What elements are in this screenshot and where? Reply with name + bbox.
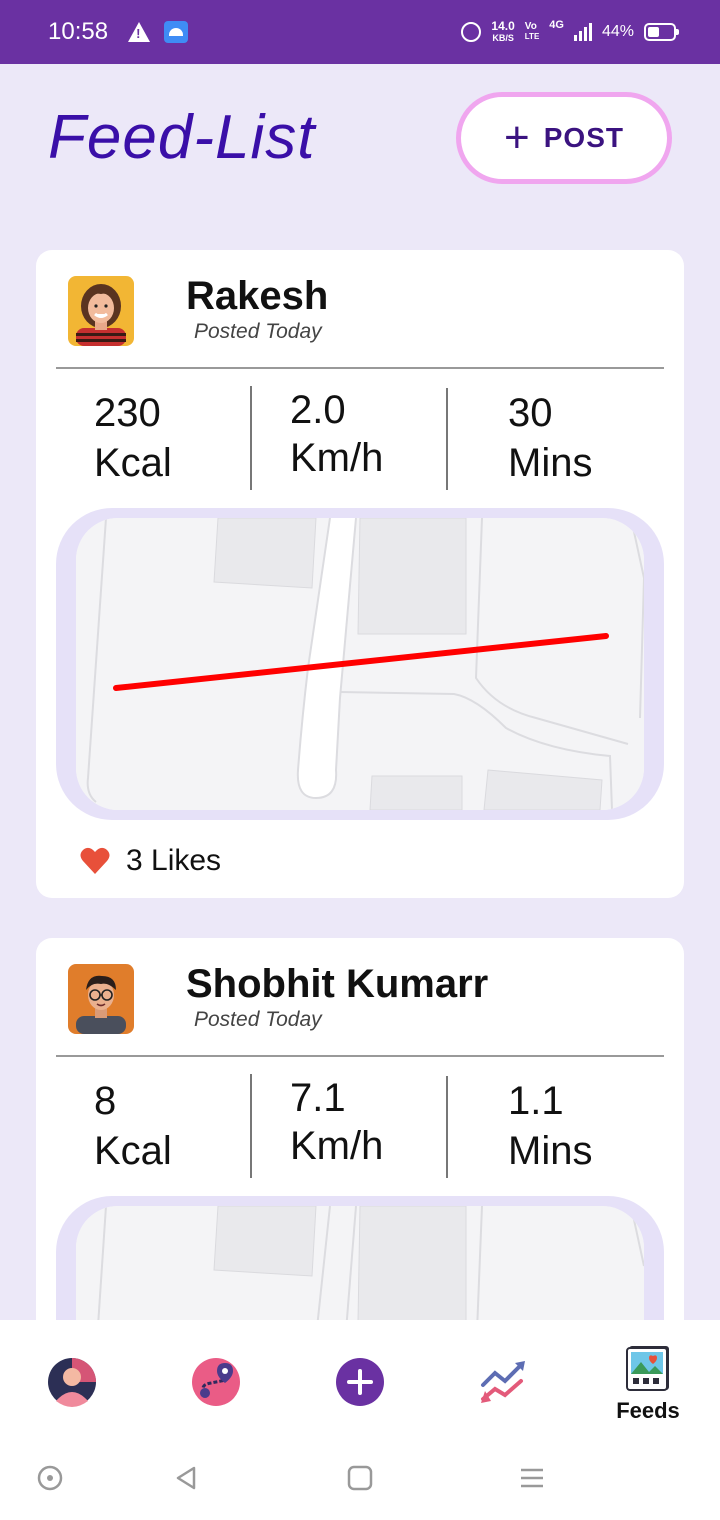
route-map-frame bbox=[56, 1196, 664, 1338]
circle-dot-icon bbox=[37, 1465, 63, 1491]
nav-feeds[interactable]: Feeds bbox=[606, 1336, 690, 1432]
volte-top: Vo bbox=[524, 21, 537, 32]
calories-value: 8 bbox=[94, 1079, 117, 1123]
recents-button[interactable] bbox=[502, 1448, 562, 1508]
speed-stat: 2.0 Km/h bbox=[250, 386, 446, 490]
feed-card[interactable]: Rakesh Posted Today 230 Kcal 2.0 Km/h 30… bbox=[36, 250, 684, 898]
profile-icon bbox=[48, 1358, 96, 1407]
system-navigation-bar bbox=[0, 1448, 720, 1508]
network-speed-value: 14.0 bbox=[491, 18, 515, 33]
divider bbox=[56, 367, 664, 369]
bottom-navigation: Feeds bbox=[0, 1320, 720, 1520]
feed-card[interactable]: Shobhit Kumarr Posted Today 8 Kcal 7.1 K… bbox=[36, 938, 684, 1338]
route-map-frame bbox=[56, 508, 664, 820]
duration-unit: Mins bbox=[508, 1129, 593, 1173]
network-speed-unit: KB/S bbox=[492, 32, 514, 43]
back-triangle-icon bbox=[176, 1466, 196, 1490]
status-bar: 10:58 14.0 KB/S Vo LTE 4G 44% bbox=[0, 0, 720, 64]
heart-icon[interactable] bbox=[80, 847, 110, 875]
speed-value: 7.1 bbox=[290, 1076, 346, 1120]
nav-profile[interactable] bbox=[42, 1352, 102, 1412]
duration-value: 30 bbox=[508, 391, 553, 435]
calories-unit: Kcal bbox=[94, 441, 172, 485]
speed-value: 2.0 bbox=[290, 388, 346, 432]
battery-icon bbox=[644, 23, 679, 41]
route-icon bbox=[192, 1358, 240, 1406]
page-title: Feed-List bbox=[48, 103, 316, 172]
calories-stat: 8 Kcal bbox=[56, 1076, 250, 1178]
avatar[interactable] bbox=[68, 964, 134, 1034]
signal-icon bbox=[573, 23, 592, 41]
activity-stats: 8 Kcal 7.1 Km/h 1.1 Mins bbox=[56, 1074, 664, 1178]
duration-stat: 30 Mins bbox=[446, 388, 664, 490]
plus-icon: + bbox=[504, 113, 530, 162]
trend-chart-icon bbox=[481, 1361, 525, 1403]
post-button-label: POST bbox=[543, 122, 624, 153]
activity-stats: 230 Kcal 2.0 Km/h 30 Mins bbox=[56, 386, 664, 490]
posted-time: Posted Today bbox=[194, 1008, 322, 1031]
android-notification-icon bbox=[164, 21, 189, 43]
nav-feeds-label: Feeds bbox=[616, 1398, 680, 1423]
route-map[interactable] bbox=[76, 1206, 644, 1338]
home-square-icon bbox=[347, 1465, 373, 1491]
warning-icon bbox=[128, 22, 151, 42]
speed-unit: Km/h bbox=[290, 1124, 384, 1168]
volte-bottom: LTE bbox=[524, 32, 540, 41]
duration-stat: 1.1 Mins bbox=[446, 1076, 664, 1178]
post-button[interactable]: + POST bbox=[456, 92, 672, 184]
nav-stats[interactable] bbox=[474, 1352, 534, 1412]
speed-stat: 7.1 Km/h bbox=[250, 1074, 446, 1178]
likes-count: 3 Likes bbox=[126, 844, 222, 877]
duration-unit: Mins bbox=[508, 441, 593, 485]
speed-unit: Km/h bbox=[290, 436, 384, 480]
calories-unit: Kcal bbox=[94, 1129, 172, 1173]
calories-value: 230 bbox=[94, 391, 161, 435]
nav-add-activity[interactable] bbox=[330, 1352, 390, 1412]
volte-indicator: Vo LTE bbox=[525, 22, 540, 42]
network-speed: 14.0 KB/S bbox=[491, 18, 515, 44]
home-button[interactable] bbox=[330, 1448, 390, 1508]
nav-route[interactable] bbox=[186, 1352, 246, 1412]
route-map[interactable] bbox=[76, 518, 644, 810]
feeds-gallery-icon bbox=[626, 1346, 669, 1391]
user-name: Shobhit Kumarr bbox=[186, 962, 489, 1006]
calories-stat: 230 Kcal bbox=[56, 388, 250, 490]
likes[interactable]: 3 Likes bbox=[80, 844, 221, 878]
status-time: 10:58 bbox=[48, 18, 109, 45]
user-name: Rakesh bbox=[186, 274, 329, 318]
menu-lines-icon bbox=[521, 1468, 543, 1488]
back-button[interactable] bbox=[156, 1448, 216, 1508]
add-circle-icon bbox=[336, 1358, 384, 1406]
assistant-button[interactable] bbox=[20, 1448, 80, 1508]
duration-value: 1.1 bbox=[508, 1079, 564, 1123]
divider bbox=[56, 1055, 664, 1057]
network-type: 4G bbox=[549, 18, 564, 31]
posted-time: Posted Today bbox=[194, 320, 322, 343]
alarm-icon bbox=[461, 22, 482, 42]
battery-percent: 44% bbox=[601, 23, 634, 40]
avatar[interactable] bbox=[68, 276, 134, 346]
